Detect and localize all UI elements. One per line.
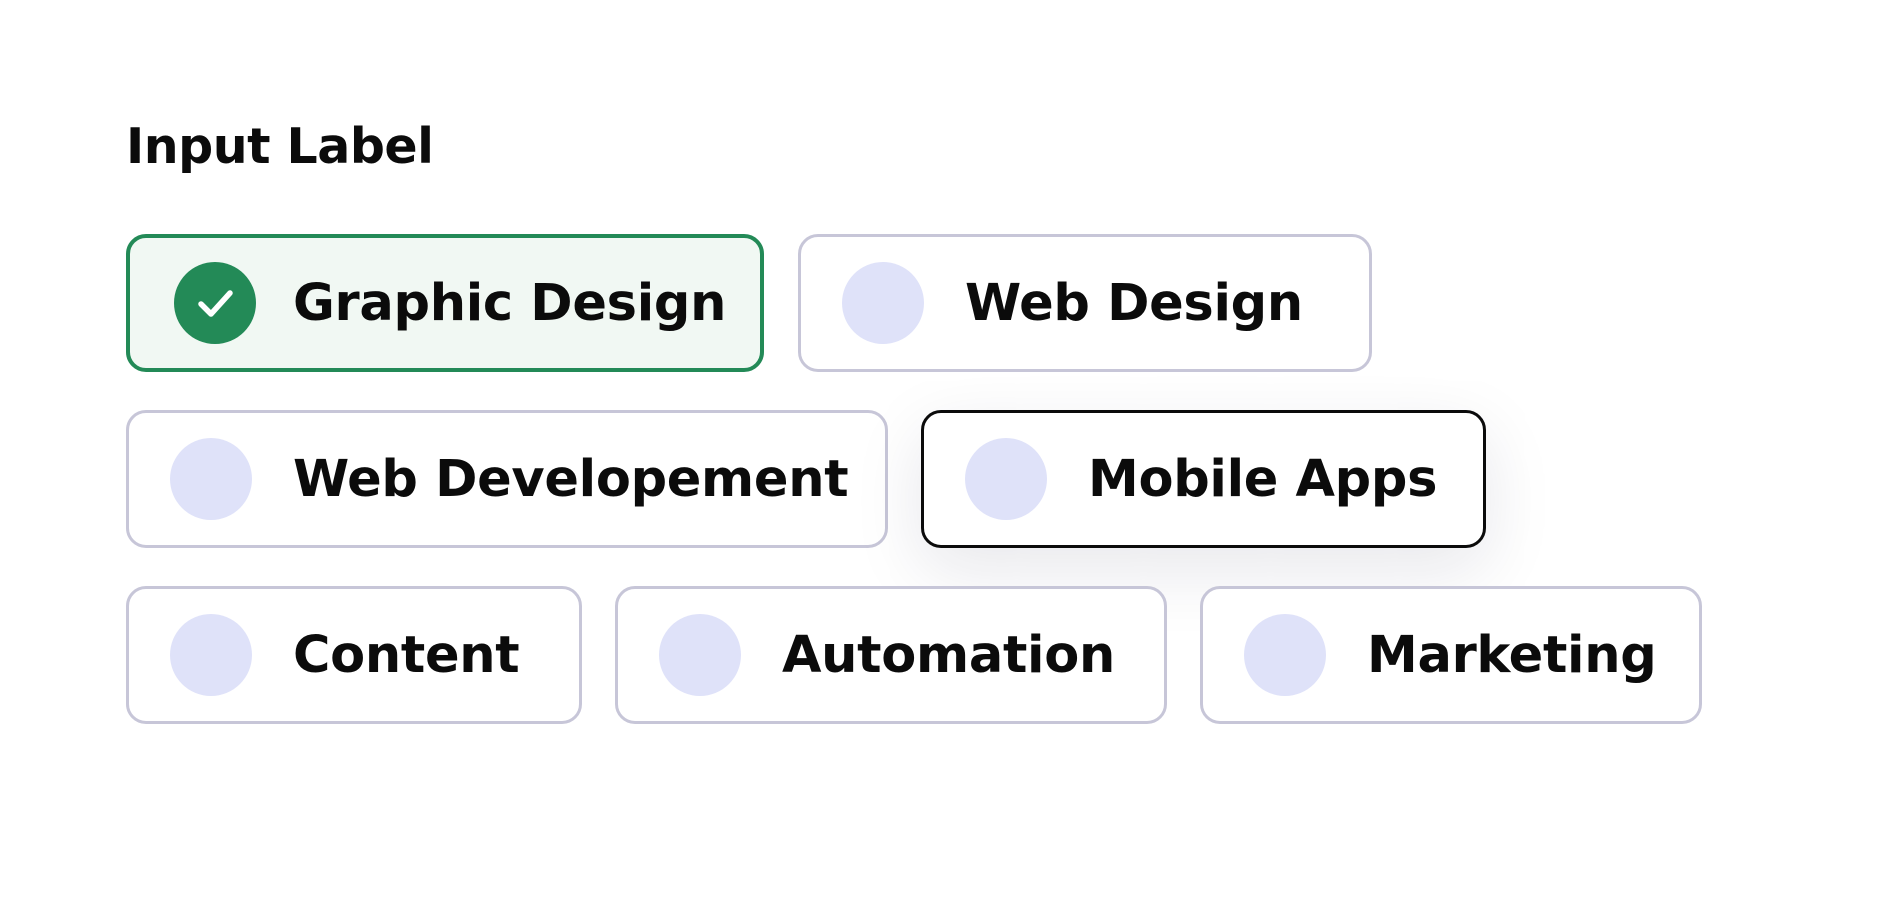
- radio-circle-icon: [1244, 614, 1326, 696]
- option-label: Automation: [782, 625, 1115, 685]
- chip-row: Graphic Design Web Design: [126, 234, 1826, 374]
- option-chip-group: Input Label Graphic Design Web Design We…: [126, 112, 1826, 726]
- check-circle-icon: [174, 262, 256, 344]
- chip-row: Web Developement Mobile Apps: [126, 410, 1826, 550]
- option-chip-automation[interactable]: Automation: [615, 586, 1167, 724]
- option-chip-content[interactable]: Content: [126, 586, 582, 724]
- option-label: Mobile Apps: [1088, 449, 1438, 509]
- radio-circle-icon: [659, 614, 741, 696]
- radio-circle-icon: [965, 438, 1047, 520]
- input-label: Input Label: [126, 118, 434, 175]
- option-chip-marketing[interactable]: Marketing: [1200, 586, 1702, 724]
- option-label: Graphic Design: [293, 273, 727, 333]
- radio-circle-icon: [170, 614, 252, 696]
- radio-circle-icon: [170, 438, 252, 520]
- option-chip-graphic-design[interactable]: Graphic Design: [126, 234, 764, 372]
- option-label: Content: [293, 625, 520, 685]
- option-chip-mobile-apps[interactable]: Mobile Apps: [921, 410, 1486, 548]
- option-chip-web-developement[interactable]: Web Developement: [126, 410, 888, 548]
- option-label: Web Developement: [293, 449, 849, 509]
- option-label: Web Design: [965, 273, 1303, 333]
- radio-circle-icon: [842, 262, 924, 344]
- option-chip-web-design[interactable]: Web Design: [798, 234, 1372, 372]
- option-label: Marketing: [1367, 625, 1657, 685]
- chip-row: Content Automation Marketing: [126, 586, 1826, 726]
